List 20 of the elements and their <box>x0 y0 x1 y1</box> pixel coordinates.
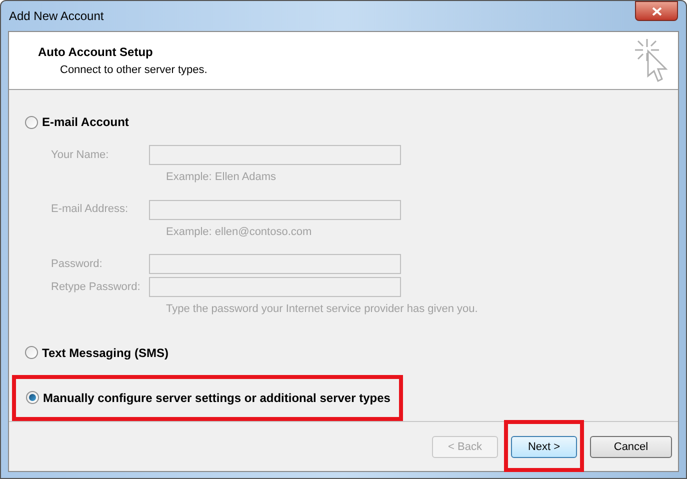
dialog-button[interactable]: Next > <box>511 436 577 458</box>
header-subtitle: Connect to other server types. <box>60 63 208 78</box>
radio-button[interactable] <box>25 346 38 359</box>
radio-button[interactable] <box>25 116 38 128</box>
field-label: E-mail Address: <box>51 202 130 218</box>
header-title: Auto Account Setup <box>38 44 154 61</box>
field-hint: Type the password your Internet service provider has given you. <box>166 302 479 317</box>
field-hint: Example: ellen@contoso.com <box>166 224 313 240</box>
field-label: Retype Password: <box>51 280 142 295</box>
close-icon <box>652 6 662 16</box>
radio-option[interactable]: E-mail Account <box>25 113 129 131</box>
radio-option[interactable]: Text Messaging (SMS) <box>25 344 168 362</box>
radio-button[interactable] <box>26 391 39 404</box>
cursor-sparkle-icon <box>634 37 668 83</box>
field-label: Password: <box>51 256 104 272</box>
window-title: Add New Account <box>9 8 104 25</box>
dialog-button[interactable]: Cancel <box>590 436 672 458</box>
field-hint: Example: Ellen Adams <box>166 170 278 185</box>
close-button[interactable] <box>635 1 678 21</box>
field-label: Your Name: <box>51 148 110 163</box>
